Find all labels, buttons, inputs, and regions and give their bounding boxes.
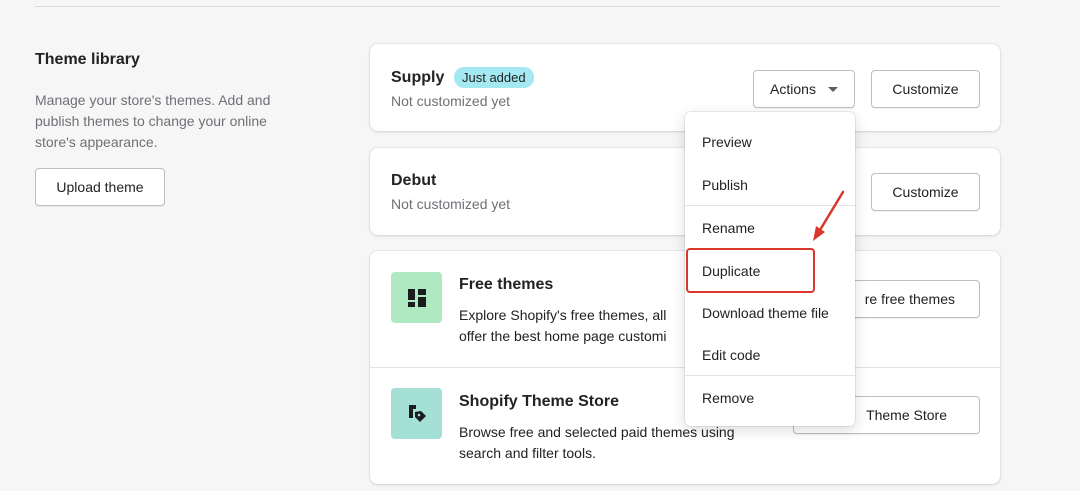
theme-name-debut: Debut	[391, 172, 437, 189]
top-divider	[35, 6, 1000, 7]
duplicate-highlight-box	[686, 248, 815, 293]
theme-status-supply: Not customized yet	[391, 93, 511, 109]
free-themes-description: Explore Shopify's free themes, all offer…	[459, 307, 667, 344]
free-themes-icon	[391, 272, 442, 323]
section-title: Theme library	[35, 51, 140, 68]
actions-button[interactable]: Actions	[753, 70, 855, 108]
menu-item-remove[interactable]: Remove	[702, 390, 754, 406]
menu-divider	[685, 375, 855, 376]
menu-item-edit-code[interactable]: Edit code	[702, 347, 760, 363]
theme-store-icon	[391, 388, 442, 439]
just-added-badge: Just added	[454, 67, 534, 88]
customize-button-debut[interactable]: Customize	[871, 173, 980, 211]
customize-button-supply[interactable]: Customize	[871, 70, 980, 108]
menu-item-publish[interactable]: Publish	[702, 177, 748, 193]
menu-item-preview[interactable]: Preview	[702, 134, 752, 150]
theme-status-debut: Not customized yet	[391, 196, 511, 212]
annotation-arrow-icon	[813, 190, 845, 241]
section-description: Manage your store's themes. Add and publ…	[35, 92, 271, 150]
theme-store-description: Browse free and selected paid themes usi…	[459, 424, 735, 461]
actions-button-label: Actions	[770, 81, 816, 97]
caret-down-icon	[827, 86, 838, 92]
upload-theme-button[interactable]: Upload theme	[35, 168, 165, 206]
menu-item-rename[interactable]: Rename	[702, 220, 755, 236]
theme-name-supply: Supply	[391, 69, 445, 86]
menu-item-download-theme-file[interactable]: Download theme file	[702, 305, 829, 321]
theme-store-title: Shopify Theme Store	[459, 393, 620, 410]
free-themes-title: Free themes	[459, 276, 554, 293]
